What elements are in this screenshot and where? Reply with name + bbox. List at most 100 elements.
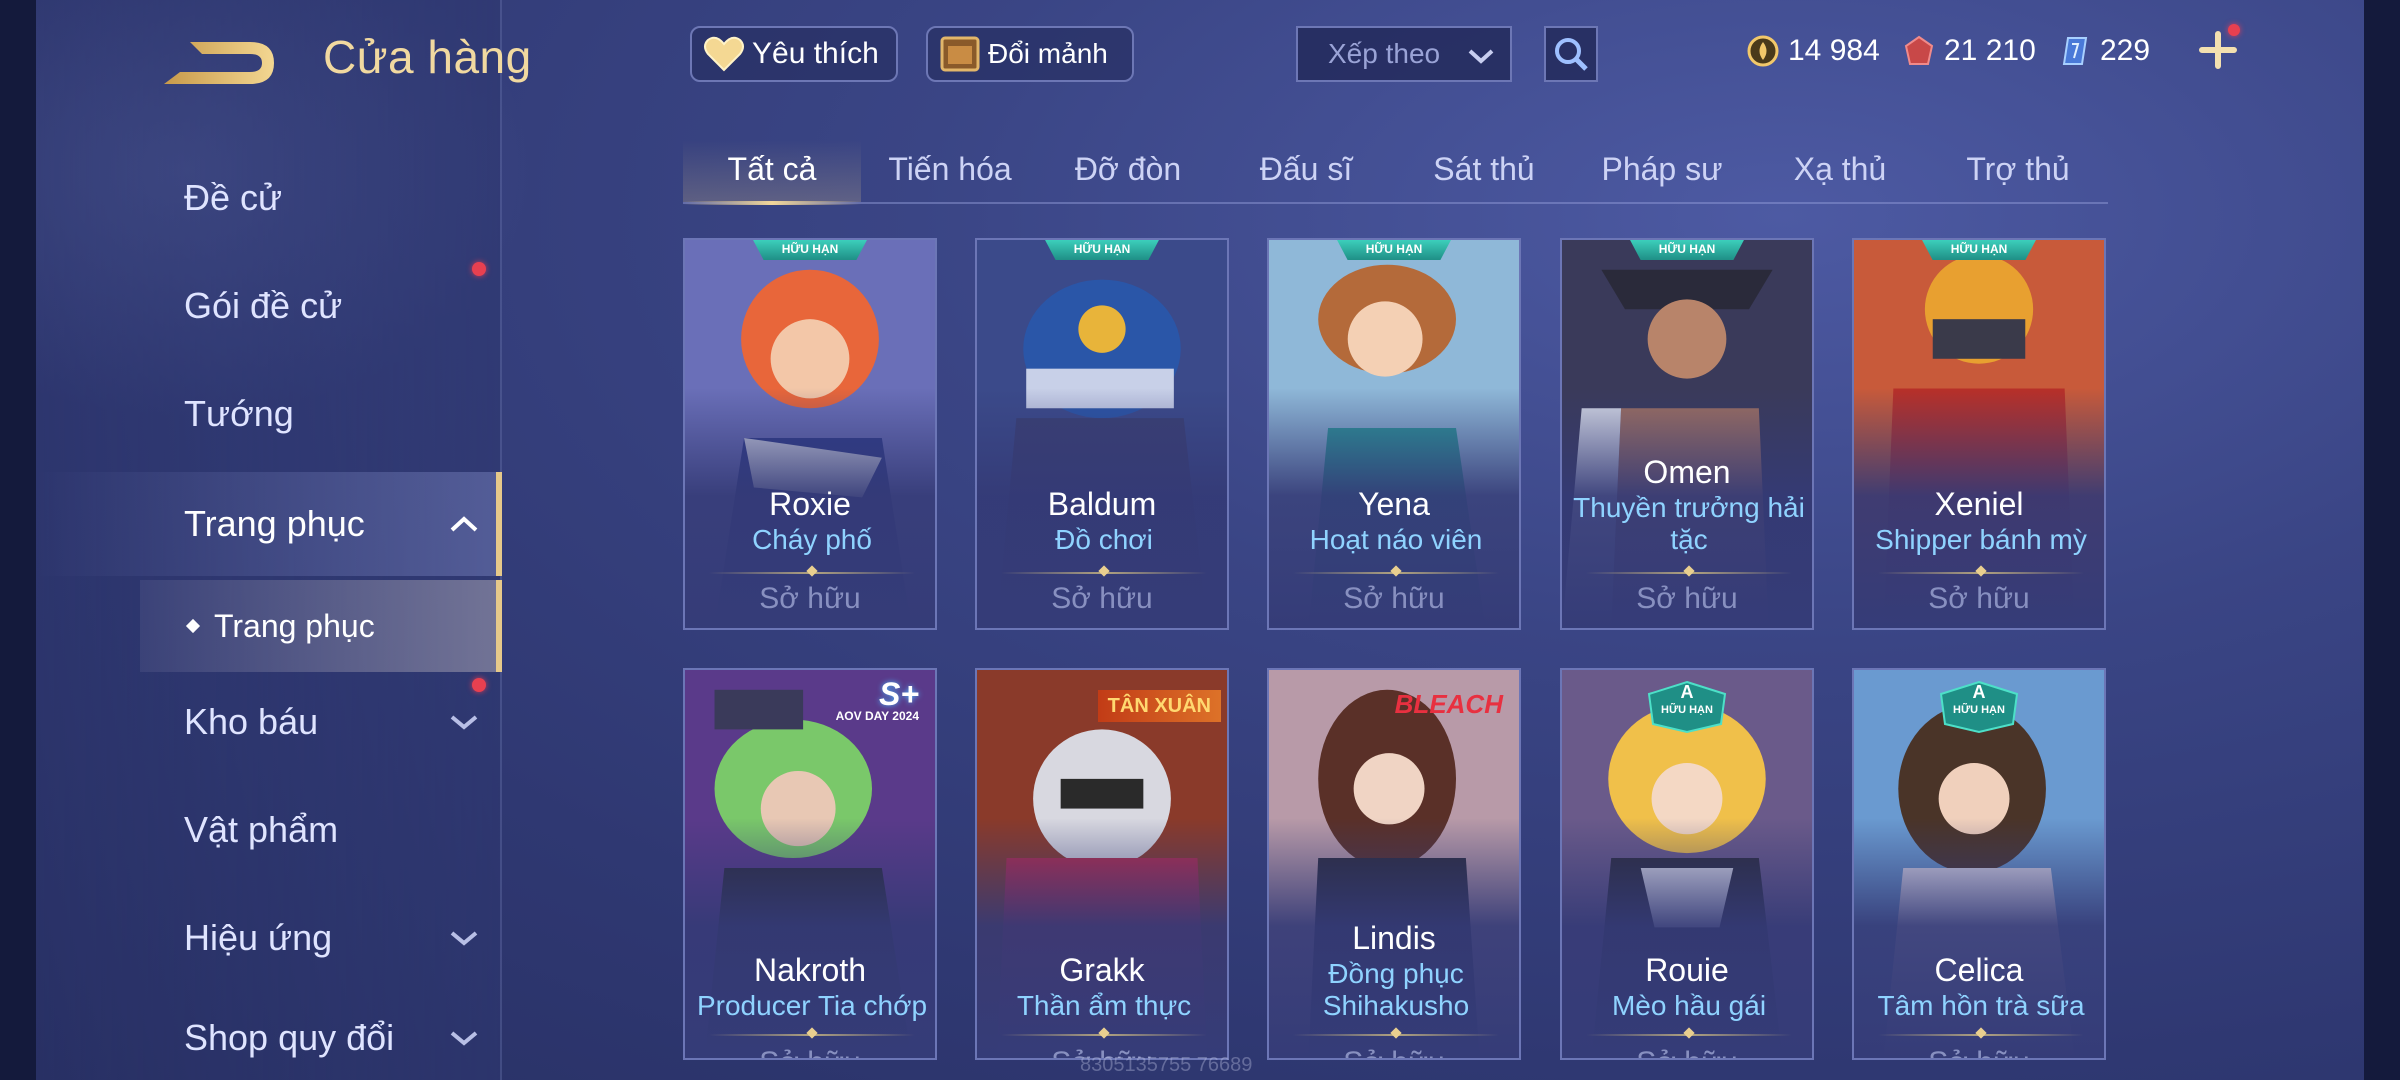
skin-name: Thuyền trưởng hải tặc <box>1573 492 1805 555</box>
card-divider <box>1293 572 1499 574</box>
skin-name: Thần ẩm thực <box>1016 990 1192 1021</box>
tab-support[interactable]: Trợ thủ <box>1929 140 2107 202</box>
limited-badge: HỮU HẠN <box>1336 240 1452 260</box>
skin-card-baldum[interactable]: HỮU HẠN Baldum Đồ chơi Sở hữu <box>975 238 1229 630</box>
ownership-status: Sở hữu <box>1854 1046 2104 1058</box>
tab-tank[interactable]: Đỡ đòn <box>1039 140 1217 202</box>
currency-crystal: 229 <box>2058 28 2150 74</box>
left-bezel <box>0 0 36 1080</box>
voucher-amount: 21 210 <box>1944 34 2036 67</box>
chevron-down-icon <box>1468 49 1494 64</box>
event-tag-label: AOV DAY 2024 <box>835 709 919 723</box>
sidebar-item-treasure[interactable]: Kho báu <box>36 672 502 772</box>
ownership-status: Sở hữu <box>1051 582 1153 615</box>
tier-tag: S+ <box>878 676 919 712</box>
tab-all[interactable]: Tất cả <box>683 140 861 205</box>
skin-card-rouie[interactable]: A HỮU HẠN Rouie Mèo hầu gái Sở hữu <box>1560 668 1814 1060</box>
hero-name: Lindis <box>1352 920 1436 956</box>
tab-fighter[interactable]: Đấu sĩ <box>1217 140 1395 202</box>
ownership-status: Sở hữu <box>1343 582 1445 615</box>
event-tag: S+ AOV DAY 2024 <box>826 678 929 738</box>
card-divider <box>1001 572 1207 574</box>
sort-dropdown[interactable]: Xếp theo <box>1296 26 1512 82</box>
event-tag: TÂN XUÂN <box>1097 690 1221 722</box>
sidebar-item-heroes[interactable]: Tướng <box>36 364 502 464</box>
gold-amount: 14 984 <box>1788 34 1880 67</box>
skin-card-celica[interactable]: A HỮU HẠN Celica Tâm hồn trà sữa Sở hữu <box>1852 668 2106 1060</box>
sidebar-item-label: Vật phẩm <box>184 809 339 850</box>
favorites-button[interactable]: Yêu thích <box>690 26 898 82</box>
right-bezel <box>2364 0 2400 1080</box>
skin-name: Cháy phố <box>752 524 872 555</box>
ownership-status: Sở hữu <box>1636 582 1738 615</box>
limited-badge: HỮU HẠN <box>752 240 868 260</box>
tab-marksman[interactable]: Xạ thủ <box>1751 140 1929 202</box>
skin-name: Producer Tia chớp <box>696 990 928 1021</box>
back-arrow-icon[interactable] <box>150 28 280 98</box>
sidebar-item-recommended-packs[interactable]: Gói đề cử <box>36 256 502 356</box>
sidebar-item-label: Kho báu <box>184 701 319 742</box>
limited-badge: HỮU HẠN <box>1953 704 2005 716</box>
notification-dot <box>2228 24 2240 36</box>
category-tabs: Tất cả Tiến hóa Đỡ đòn Đấu sĩ Sát thủ Ph… <box>683 140 2108 205</box>
limited-badge: HỮU HẠN <box>1629 240 1745 260</box>
limited-badge: HỮU HẠN <box>1044 240 1160 260</box>
sidebar-item-items[interactable]: Vật phẩm <box>36 780 502 880</box>
skin-name: Shipper bánh mỳ <box>1875 524 2087 555</box>
sidebar-subitem-label: Trang phục <box>214 607 375 644</box>
skin-card-nakroth[interactable]: S+ AOV DAY 2024 Nakroth Producer Tia chớ… <box>683 668 937 1060</box>
skin-card-roxie[interactable]: HỮU HẠN Roxie Cháy phố Sở hữu <box>683 238 937 630</box>
card-fade <box>977 818 1227 1058</box>
currency-voucher: 21 210 <box>1902 28 2036 74</box>
sidebar-item-exchange-shop[interactable]: Shop quy đổi <box>36 996 502 1080</box>
sidebar-item-label: Shop quy đổi <box>184 1017 395 1058</box>
currency-gold: 14 984 <box>1746 28 1880 74</box>
sidebar-item-label: Tướng <box>184 393 294 434</box>
skin-card-omen[interactable]: HỮU HẠN Omen Thuyền trưởng hải tặc Sở hữ… <box>1560 238 1814 630</box>
exchange-label: Đổi mảnh <box>988 38 1108 69</box>
notification-dot <box>472 262 486 276</box>
limited-badge: HỮU HẠN <box>1921 240 2037 260</box>
skin-card-grakk[interactable]: TÂN XUÂN Grakk Thần ẩm thực Sở hữu <box>975 668 1229 1060</box>
skin-name: Tâm hồn trà sữa <box>1877 990 2085 1021</box>
hero-name: Roxie <box>769 486 851 522</box>
skin-card-yena[interactable]: HỮU HẠN Yena Hoạt náo viên Sở hữu <box>1267 238 1521 630</box>
search-button[interactable] <box>1544 26 1598 82</box>
sidebar-item-label: Hiệu ứng <box>184 917 333 958</box>
card-divider <box>1001 1034 1207 1036</box>
rank-letter: A <box>1972 682 1986 702</box>
card-divider <box>1586 1034 1792 1036</box>
sidebar-item-recommended[interactable]: Đề cử <box>36 148 502 248</box>
tab-assassin[interactable]: Sát thủ <box>1395 140 1573 202</box>
sidebar-item-label: Đề cử <box>184 177 283 218</box>
tab-mage[interactable]: Pháp sư <box>1573 140 1751 202</box>
sidebar-item-label: Gói đề cử <box>184 285 343 326</box>
ownership-status: Sở hữu <box>1269 1046 1519 1058</box>
skin-name: Đồng phục Shihakusho <box>1322 958 1470 1021</box>
card-divider <box>1586 572 1792 574</box>
ownership-status: Sở hữu <box>685 1046 935 1058</box>
sidebar-subitem-skins[interactable]: Trang phục <box>140 580 502 672</box>
page-title: Cửa hàng <box>323 31 532 83</box>
exchange-fragments-button[interactable]: Đổi mảnh <box>926 26 1134 82</box>
hero-name: Nakroth <box>753 952 867 988</box>
gold-coin-icon <box>1747 35 1779 67</box>
sidebar-item-label: Trang phục <box>184 503 365 544</box>
search-icon <box>1555 38 1588 71</box>
chevron-down-icon <box>450 931 478 946</box>
sidebar-item-skins[interactable]: Trang phục <box>36 472 502 576</box>
sidebar-item-effects[interactable]: Hiệu ứng <box>36 888 502 988</box>
hero-name: Xeniel <box>1934 486 2024 522</box>
skin-card-xeniel[interactable]: HỮU HẠN Xeniel Shipper bánh mỳ Sở hữu <box>1852 238 2106 630</box>
chevron-down-icon <box>450 1031 478 1046</box>
card-fade <box>1562 818 1812 1058</box>
hero-name: Yena <box>1358 486 1430 522</box>
skin-name: Mèo hầu gái <box>1611 990 1767 1021</box>
tab-evolution[interactable]: Tiến hóa <box>861 140 1039 202</box>
hero-name: Omen <box>1643 454 1731 490</box>
card-divider <box>1878 1034 2084 1036</box>
red-voucher-icon <box>1904 35 1934 65</box>
treasure-chest-icon <box>940 36 980 72</box>
skin-card-lindis[interactable]: BLEACH Lindis Đồng phục Shihakusho Sở hữ… <box>1267 668 1521 1060</box>
diamond-bullet-icon <box>185 618 201 634</box>
